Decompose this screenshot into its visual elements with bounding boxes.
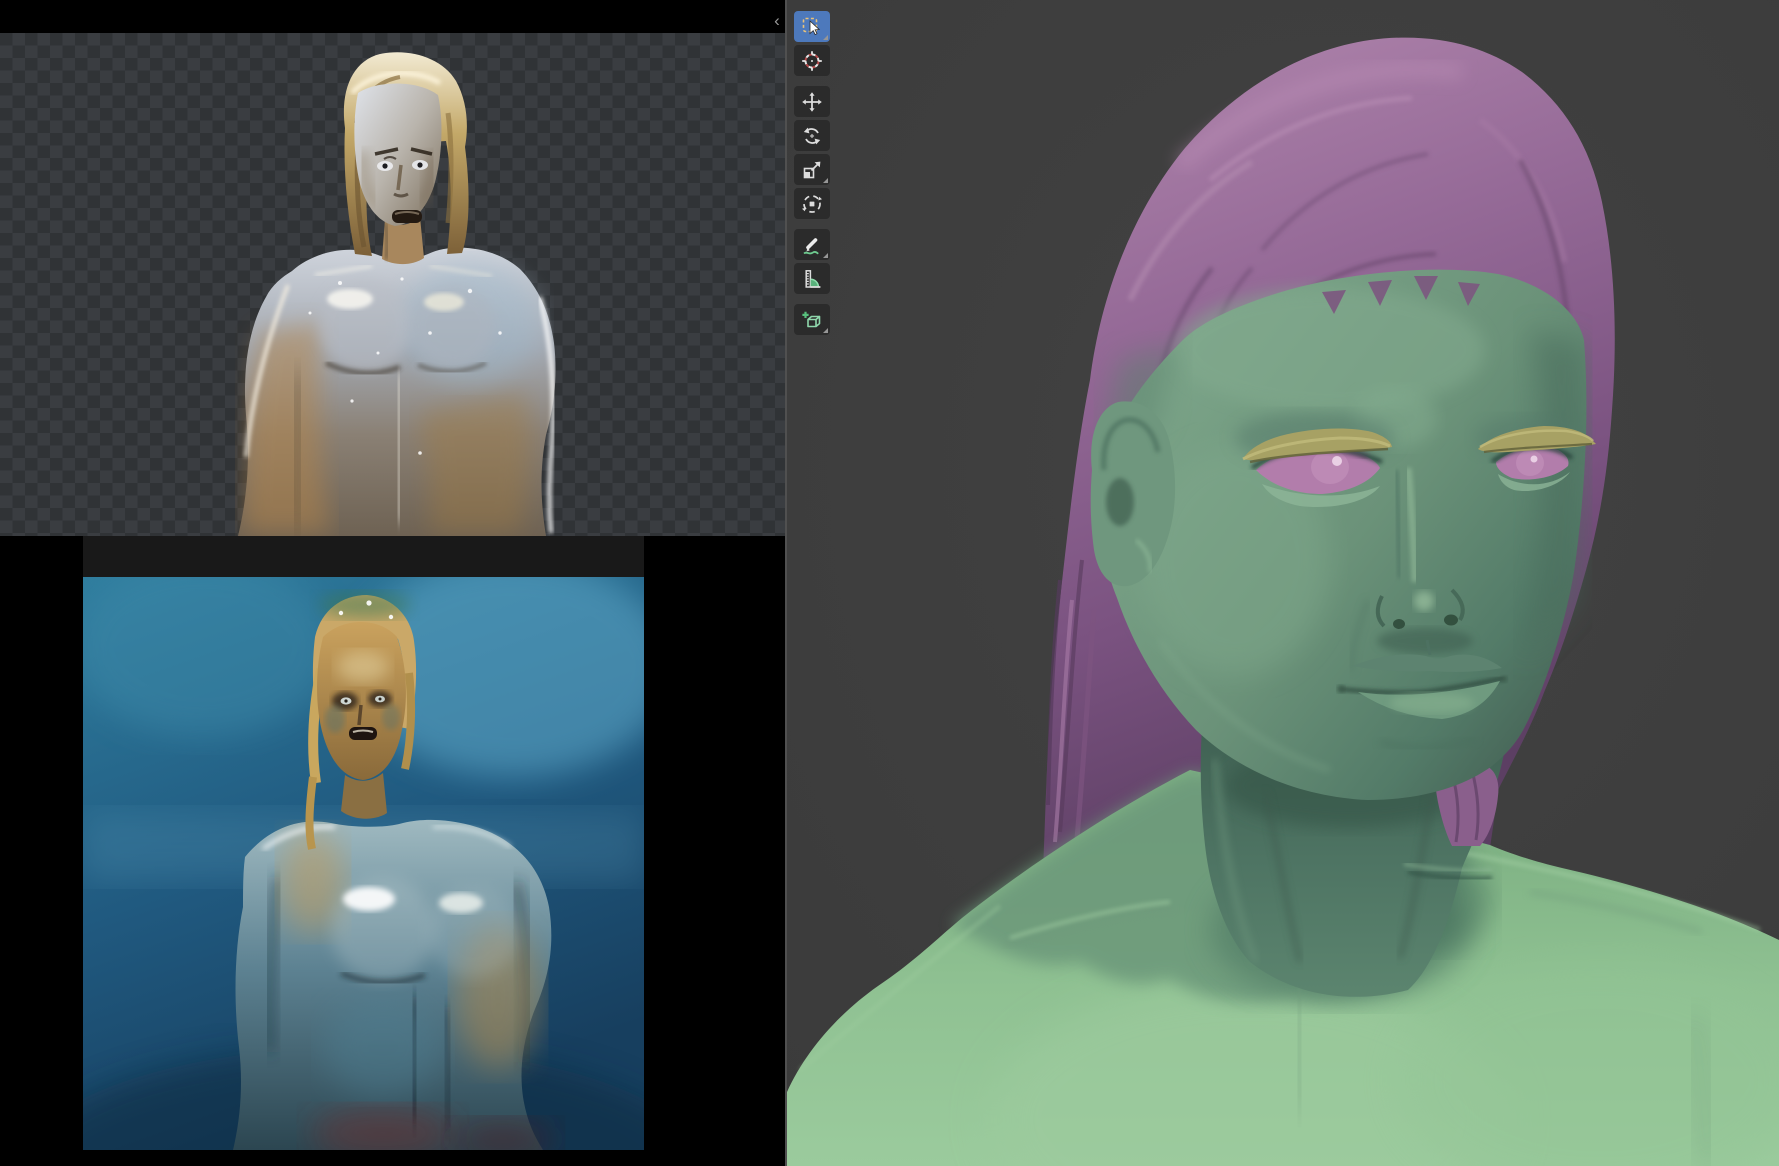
panel-collapse-arrow[interactable]: ‹: [769, 10, 785, 32]
reference-panel: ‹: [0, 0, 785, 1166]
app-window: ‹: [0, 0, 1779, 1166]
tool-button-move[interactable]: [794, 86, 830, 117]
move-icon: [802, 91, 822, 112]
tool-button-rotate[interactable]: [794, 120, 830, 151]
measure-icon: [805, 269, 821, 288]
add-cube-icon: [802, 311, 821, 327]
tool-button-transform[interactable]: [794, 188, 830, 219]
tool-button-add-cube[interactable]: [794, 304, 830, 335]
chrome-photo-figure: [23, 557, 703, 1166]
cursor-icon: [802, 50, 822, 71]
chrome-render-figure: [238, 52, 556, 536]
tool-button-cursor[interactable]: [794, 45, 830, 76]
sculpt-model: [787, 0, 1779, 1166]
viewport-3d[interactable]: [787, 0, 1779, 1166]
toolbar: [794, 11, 830, 335]
tool-button-tweak-select[interactable]: [794, 11, 830, 42]
reference-image-photo: [23, 557, 703, 1166]
tool-button-scale[interactable]: [794, 154, 830, 185]
tool-button-annotate[interactable]: [794, 229, 830, 260]
tool-button-measure[interactable]: [794, 263, 830, 294]
reference-image-render: [0, 33, 785, 536]
reference-photo-frame: [83, 536, 644, 577]
rotate-icon: [803, 127, 821, 144]
select-box-icon: [802, 17, 821, 35]
annotate-icon: [803, 237, 819, 254]
scale-icon: [803, 161, 821, 178]
transform-icon: [802, 194, 822, 213]
